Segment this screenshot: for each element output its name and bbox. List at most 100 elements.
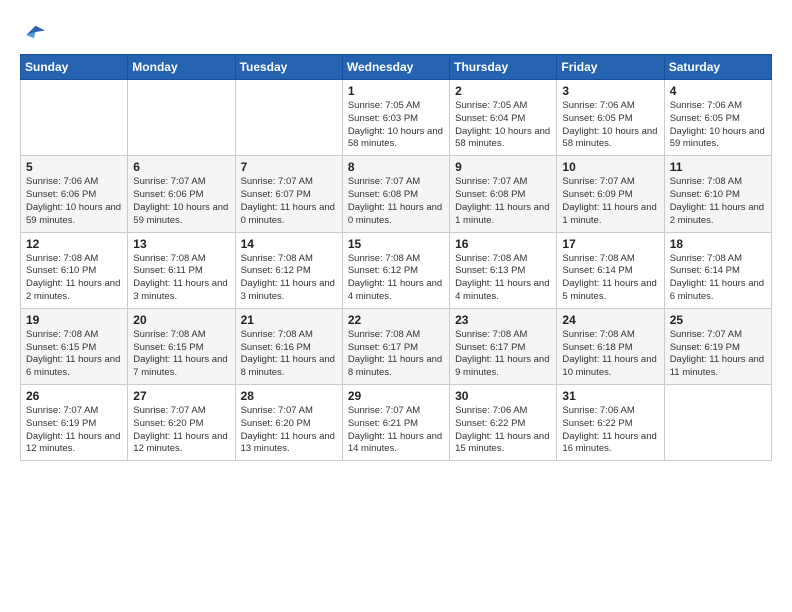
day-info: Sunrise: 7:08 AM Sunset: 6:10 PM Dayligh… [670,176,766,227]
weekday-header-row: SundayMondayTuesdayWednesdayThursdayFrid… [21,55,772,80]
day-number: 7 [241,160,337,174]
calendar-cell: 4Sunrise: 7:06 AM Sunset: 6:05 PM Daylig… [664,80,771,156]
calendar-cell: 7 Sunrise: 7:07 AM Sunset: 6:07 PM Daylig… [235,156,342,232]
day-info: Sunrise: 7:08 AM Sunset: 6:12 PM Dayligh… [241,253,337,304]
day-info: Sunrise: 7:07 AM Sunset: 6:09 PM Dayligh… [562,176,658,227]
day-number: 9 [455,160,551,174]
calendar-cell: 2 Sunrise: 7:05 AM Sunset: 6:04 PM Daylig… [450,80,557,156]
calendar-week-row: 1Sunrise: 7:05 AM Sunset: 6:03 PM Daylig… [21,80,772,156]
calendar-cell: 30 Sunrise: 7:06 AM Sunset: 6:22 PM Dayli… [450,385,557,461]
calendar-cell: 25 Sunrise: 7:07 AM Sunset: 6:19 PM Dayli… [664,308,771,384]
day-info: Sunrise: 7:08 AM Sunset: 6:18 PM Dayligh… [562,329,658,380]
calendar-cell: 12 Sunrise: 7:08 AM Sunset: 6:10 PM Dayli… [21,232,128,308]
day-number: 21 [241,313,337,327]
calendar-cell: 29Sunrise: 7:07 AM Sunset: 6:21 PM Dayli… [342,385,449,461]
day-info: Sunrise: 7:07 AM Sunset: 6:20 PM Dayligh… [241,405,337,456]
day-number: 26 [26,389,122,403]
calendar-week-row: 26 Sunrise: 7:07 AM Sunset: 6:19 PM Dayli… [21,385,772,461]
day-number: 24 [562,313,658,327]
day-info: Sunrise: 7:08 AM Sunset: 6:14 PM Dayligh… [562,253,658,304]
calendar-week-row: 5Sunrise: 7:06 AM Sunset: 6:06 PM Daylig… [21,156,772,232]
weekday-header-tuesday: Tuesday [235,55,342,80]
day-number: 6 [133,160,229,174]
day-number: 3 [562,84,658,98]
day-info: Sunrise: 7:07 AM Sunset: 6:19 PM Dayligh… [670,329,766,380]
day-number: 13 [133,237,229,251]
calendar-cell: 6 Sunrise: 7:07 AM Sunset: 6:06 PM Daylig… [128,156,235,232]
day-info: Sunrise: 7:05 AM Sunset: 6:03 PM Dayligh… [348,100,444,151]
day-info: Sunrise: 7:08 AM Sunset: 6:10 PM Dayligh… [26,253,122,304]
calendar-cell: 10 Sunrise: 7:07 AM Sunset: 6:09 PM Dayli… [557,156,664,232]
page: SundayMondayTuesdayWednesdayThursdayFrid… [0,0,792,612]
calendar-cell: 27Sunrise: 7:07 AM Sunset: 6:20 PM Dayli… [128,385,235,461]
day-number: 4 [670,84,766,98]
calendar-cell: 13 Sunrise: 7:08 AM Sunset: 6:11 PM Dayli… [128,232,235,308]
calendar-cell: 31Sunrise: 7:06 AM Sunset: 6:22 PM Dayli… [557,385,664,461]
calendar-week-row: 19 Sunrise: 7:08 AM Sunset: 6:15 PM Dayli… [21,308,772,384]
day-info: Sunrise: 7:08 AM Sunset: 6:17 PM Dayligh… [455,329,551,380]
calendar-cell: 8 Sunrise: 7:07 AM Sunset: 6:08 PM Daylig… [342,156,449,232]
calendar-cell: 19 Sunrise: 7:08 AM Sunset: 6:15 PM Dayli… [21,308,128,384]
calendar-cell [235,80,342,156]
day-info: Sunrise: 7:08 AM Sunset: 6:16 PM Dayligh… [241,329,337,380]
calendar-cell [128,80,235,156]
day-number: 18 [670,237,766,251]
day-info: Sunrise: 7:07 AM Sunset: 6:07 PM Dayligh… [241,176,337,227]
day-number: 23 [455,313,551,327]
weekday-header-thursday: Thursday [450,55,557,80]
calendar-week-row: 12 Sunrise: 7:08 AM Sunset: 6:10 PM Dayli… [21,232,772,308]
day-info: Sunrise: 7:08 AM Sunset: 6:15 PM Dayligh… [133,329,229,380]
day-number: 5 [26,160,122,174]
calendar-cell: 21 Sunrise: 7:08 AM Sunset: 6:16 PM Dayli… [235,308,342,384]
day-info: Sunrise: 7:07 AM Sunset: 6:08 PM Dayligh… [348,176,444,227]
day-info: Sunrise: 7:07 AM Sunset: 6:20 PM Dayligh… [133,405,229,456]
weekday-header-friday: Friday [557,55,664,80]
weekday-header-wednesday: Wednesday [342,55,449,80]
day-number: 11 [670,160,766,174]
logo-icon [20,18,48,46]
day-info: Sunrise: 7:08 AM Sunset: 6:13 PM Dayligh… [455,253,551,304]
calendar-cell: 24 Sunrise: 7:08 AM Sunset: 6:18 PM Dayli… [557,308,664,384]
calendar-cell: 22Sunrise: 7:08 AM Sunset: 6:17 PM Dayli… [342,308,449,384]
calendar-cell: 15Sunrise: 7:08 AM Sunset: 6:12 PM Dayli… [342,232,449,308]
day-info: Sunrise: 7:07 AM Sunset: 6:21 PM Dayligh… [348,405,444,456]
day-info: Sunrise: 7:08 AM Sunset: 6:15 PM Dayligh… [26,329,122,380]
day-number: 15 [348,237,444,251]
calendar-cell: 1Sunrise: 7:05 AM Sunset: 6:03 PM Daylig… [342,80,449,156]
calendar-table: SundayMondayTuesdayWednesdayThursdayFrid… [20,54,772,461]
day-number: 14 [241,237,337,251]
day-number: 12 [26,237,122,251]
weekday-header-sunday: Sunday [21,55,128,80]
calendar-cell [21,80,128,156]
day-number: 31 [562,389,658,403]
calendar-cell: 20 Sunrise: 7:08 AM Sunset: 6:15 PM Dayli… [128,308,235,384]
day-number: 8 [348,160,444,174]
calendar-cell [664,385,771,461]
day-number: 22 [348,313,444,327]
day-info: Sunrise: 7:07 AM Sunset: 6:08 PM Dayligh… [455,176,551,227]
day-number: 2 [455,84,551,98]
day-info: Sunrise: 7:06 AM Sunset: 6:22 PM Dayligh… [455,405,551,456]
weekday-header-monday: Monday [128,55,235,80]
calendar-cell: 23 Sunrise: 7:08 AM Sunset: 6:17 PM Dayli… [450,308,557,384]
calendar-cell: 9 Sunrise: 7:07 AM Sunset: 6:08 PM Daylig… [450,156,557,232]
day-number: 16 [455,237,551,251]
day-number: 20 [133,313,229,327]
day-info: Sunrise: 7:07 AM Sunset: 6:06 PM Dayligh… [133,176,229,227]
day-info: Sunrise: 7:07 AM Sunset: 6:19 PM Dayligh… [26,405,122,456]
calendar-cell: 28Sunrise: 7:07 AM Sunset: 6:20 PM Dayli… [235,385,342,461]
calendar-cell: 26 Sunrise: 7:07 AM Sunset: 6:19 PM Dayli… [21,385,128,461]
day-number: 25 [670,313,766,327]
weekday-header-saturday: Saturday [664,55,771,80]
calendar-cell: 3 Sunrise: 7:06 AM Sunset: 6:05 PM Daylig… [557,80,664,156]
day-info: Sunrise: 7:05 AM Sunset: 6:04 PM Dayligh… [455,100,551,151]
day-number: 30 [455,389,551,403]
calendar-cell: 14 Sunrise: 7:08 AM Sunset: 6:12 PM Dayli… [235,232,342,308]
calendar-cell: 5Sunrise: 7:06 AM Sunset: 6:06 PM Daylig… [21,156,128,232]
calendar-cell: 16 Sunrise: 7:08 AM Sunset: 6:13 PM Dayli… [450,232,557,308]
day-info: Sunrise: 7:08 AM Sunset: 6:11 PM Dayligh… [133,253,229,304]
day-info: Sunrise: 7:06 AM Sunset: 6:05 PM Dayligh… [562,100,658,151]
day-number: 10 [562,160,658,174]
day-number: 19 [26,313,122,327]
calendar-cell: 18Sunrise: 7:08 AM Sunset: 6:14 PM Dayli… [664,232,771,308]
